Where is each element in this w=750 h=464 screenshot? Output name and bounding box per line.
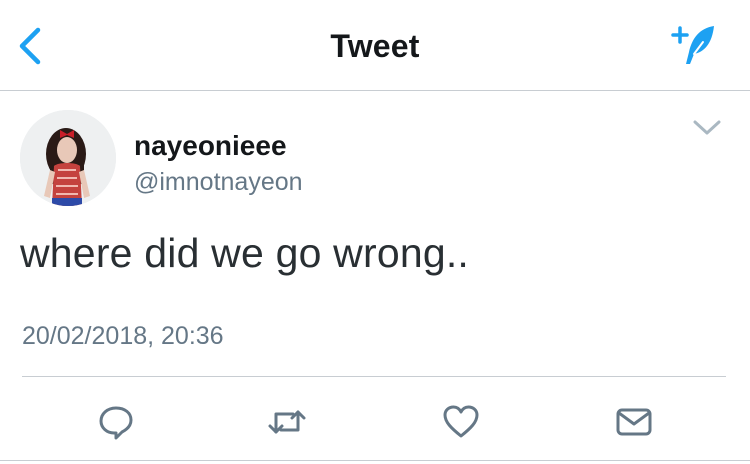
tweet-detail-screen: Tweet nayeonieee @imnotnayeon where did … [0,0,750,464]
divider [22,376,726,377]
reply-button[interactable] [94,400,138,444]
mail-icon [616,408,652,436]
compose-tweet-icon [671,26,714,64]
page-title: Tweet [330,28,420,64]
navigation-bar: Tweet [0,0,750,91]
display-name[interactable]: nayeonieee [134,130,287,162]
compose-tweet-button[interactable] [670,22,722,68]
chevron-down-icon [693,120,721,135]
tweet-timestamp: 20/02/2018, 20:36 [22,322,224,350]
bottom-divider [0,460,750,461]
tweet-menu-button[interactable] [692,118,722,138]
user-handle[interactable]: @imnotnayeon [134,168,303,197]
like-button[interactable] [439,400,483,444]
reply-icon [99,406,133,440]
retweet-icon [268,410,306,434]
avatar[interactable] [20,110,116,206]
retweet-button[interactable] [265,400,309,444]
heart-icon [443,405,479,438]
profile-photo [20,110,116,206]
share-via-message-button[interactable] [612,400,656,444]
tweet-text: where did we go wrong.. [20,230,470,276]
